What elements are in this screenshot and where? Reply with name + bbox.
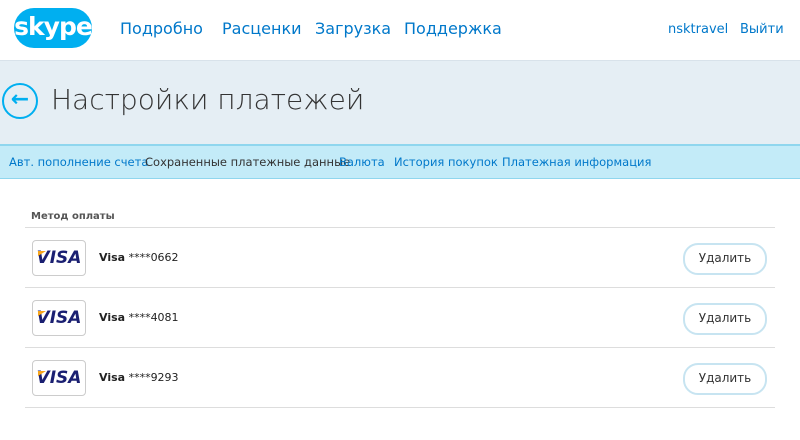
skype-logo[interactable]: skype — [14, 8, 93, 48]
nav-rascenki[interactable]: Расценки — [222, 19, 302, 38]
tab-history[interactable]: История покупок — [394, 155, 498, 169]
visa-logo-icon: VISA — [32, 240, 86, 276]
card-brand: Visa — [99, 371, 126, 384]
back-arrow-icon[interactable]: ← — [2, 83, 38, 119]
card-brand: Visa — [99, 251, 126, 264]
visa-logo-icon: VISA — [32, 300, 86, 336]
nav-podderzhka[interactable]: Поддержка — [404, 19, 502, 38]
tab-payment-info[interactable]: Платежная информация — [502, 155, 651, 169]
nav-zagruzka[interactable]: Загрузка — [315, 19, 391, 38]
delete-button[interactable]: Удалить — [683, 363, 767, 395]
card-row: VISA Visa ****0662 Удалить — [25, 227, 775, 288]
section-header: Метод оплаты — [31, 211, 115, 222]
page-title: Настройки платежей — [51, 83, 365, 116]
card-row: VISA Visa ****4081 Удалить — [25, 287, 775, 348]
tab-saved-payment[interactable]: Сохраненные платежные данные — [145, 155, 350, 169]
card-brand: Visa — [99, 311, 126, 324]
divider — [25, 407, 775, 408]
card-row: VISA Visa ****9293 Удалить — [25, 347, 775, 408]
card-number: ****9293 — [128, 371, 179, 384]
card-number: ****0662 — [128, 251, 179, 264]
delete-button[interactable]: Удалить — [683, 303, 767, 335]
tab-auto-topup[interactable]: Авт. пополнение счета — [9, 155, 148, 169]
delete-button[interactable]: Удалить — [683, 243, 767, 275]
logout-link[interactable]: Выйти — [740, 22, 784, 37]
visa-logo-icon: VISA — [32, 360, 86, 396]
user-link[interactable]: nsktravel — [668, 22, 728, 37]
nav-podrobno[interactable]: Подробно — [120, 19, 203, 38]
tab-currency[interactable]: Валюта — [339, 155, 385, 169]
card-number: ****4081 — [128, 311, 179, 324]
